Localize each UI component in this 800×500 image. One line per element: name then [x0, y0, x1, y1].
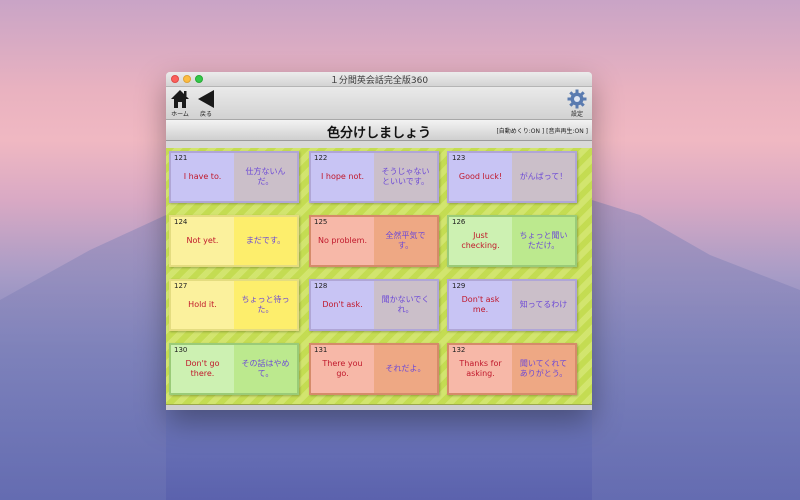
card-japanese: その話はやめて。	[234, 345, 297, 393]
card-number: 131	[314, 346, 328, 354]
page-header: 色分けしましょう [自動めくり:ON ] [音声再生:ON ]	[166, 120, 592, 141]
card-japanese: それだよ。	[374, 345, 437, 393]
back-button[interactable]: 戻る	[196, 89, 216, 118]
card-japanese: まだです。	[234, 217, 297, 265]
phrase-card[interactable]: 130 Don't go there. その話はやめて。	[169, 343, 299, 395]
phrase-card[interactable]: 123 Good luck! がんばって！	[447, 151, 577, 203]
card-number: 121	[174, 154, 188, 162]
phrase-card[interactable]: 126 Just checking. ちょっと聞いただけ。	[447, 215, 577, 267]
window-footer	[166, 405, 592, 410]
settings-button[interactable]: 設定	[567, 89, 587, 118]
card-number: 125	[314, 218, 328, 226]
card-number: 128	[314, 282, 328, 290]
toolbar: ホーム 戻る 設定	[166, 87, 592, 120]
home-label: ホーム	[171, 111, 189, 118]
phrase-card[interactable]: 125 No problem. 全然平気です。	[309, 215, 439, 267]
title-bar: １分間英会話完全版360	[166, 72, 592, 87]
card-japanese: 知ってるわけ	[512, 281, 575, 329]
phrase-card[interactable]: 128 Don't ask. 聞かないでくれ。	[309, 279, 439, 331]
back-label: 戻る	[199, 111, 212, 118]
card-number: 127	[174, 282, 188, 290]
phrase-card[interactable]: 129 Don't ask me. 知ってるわけ	[447, 279, 577, 331]
card-japanese: 全然平気です。	[374, 217, 437, 265]
card-japanese: ちょっと待った。	[234, 281, 297, 329]
card-japanese: 聞かないでくれ。	[374, 281, 437, 329]
card-number: 129	[452, 282, 466, 290]
card-japanese: がんばって！	[512, 153, 575, 201]
phrase-card[interactable]: 131 There you go. それだよ。	[309, 343, 439, 395]
settings-label: 設定	[570, 111, 583, 118]
card-number: 122	[314, 154, 328, 162]
home-button[interactable]: ホーム	[170, 89, 190, 118]
back-arrow-icon	[198, 90, 214, 108]
card-japanese: ちょっと聞いただけ。	[512, 217, 575, 265]
app-window: １分間英会話完全版360 ホーム 戻る 設定 色分けしましょう [自動めくり:O…	[166, 72, 592, 410]
card-number: 124	[174, 218, 188, 226]
card-board: 121 I have to. 仕方ないんだ。 122 I hope not. そ…	[166, 148, 592, 405]
card-number: 123	[452, 154, 466, 162]
window-title: １分間英会話完全版360	[329, 76, 429, 86]
home-icon	[171, 90, 189, 108]
card-number: 132	[452, 346, 466, 354]
status-indicator: [自動めくり:ON ] [音声再生:ON ]	[496, 128, 588, 135]
phrase-card[interactable]: 127 Hold it. ちょっと待った。	[169, 279, 299, 331]
card-japanese: 聞いてくれてありがとう。	[512, 345, 575, 393]
phrase-card[interactable]: 121 I have to. 仕方ないんだ。	[169, 151, 299, 203]
phrase-card[interactable]: 124 Not yet. まだです。	[169, 215, 299, 267]
phrase-card[interactable]: 122 I hope not. そうじゃないといいです。	[309, 151, 439, 203]
gear-icon	[567, 89, 587, 109]
phrase-card[interactable]: 132 Thanks for asking. 聞いてくれてありがとう。	[447, 343, 577, 395]
card-japanese: そうじゃないといいです。	[374, 153, 437, 201]
card-number: 126	[452, 218, 466, 226]
card-japanese: 仕方ないんだ。	[234, 153, 297, 201]
card-number: 130	[174, 346, 188, 354]
